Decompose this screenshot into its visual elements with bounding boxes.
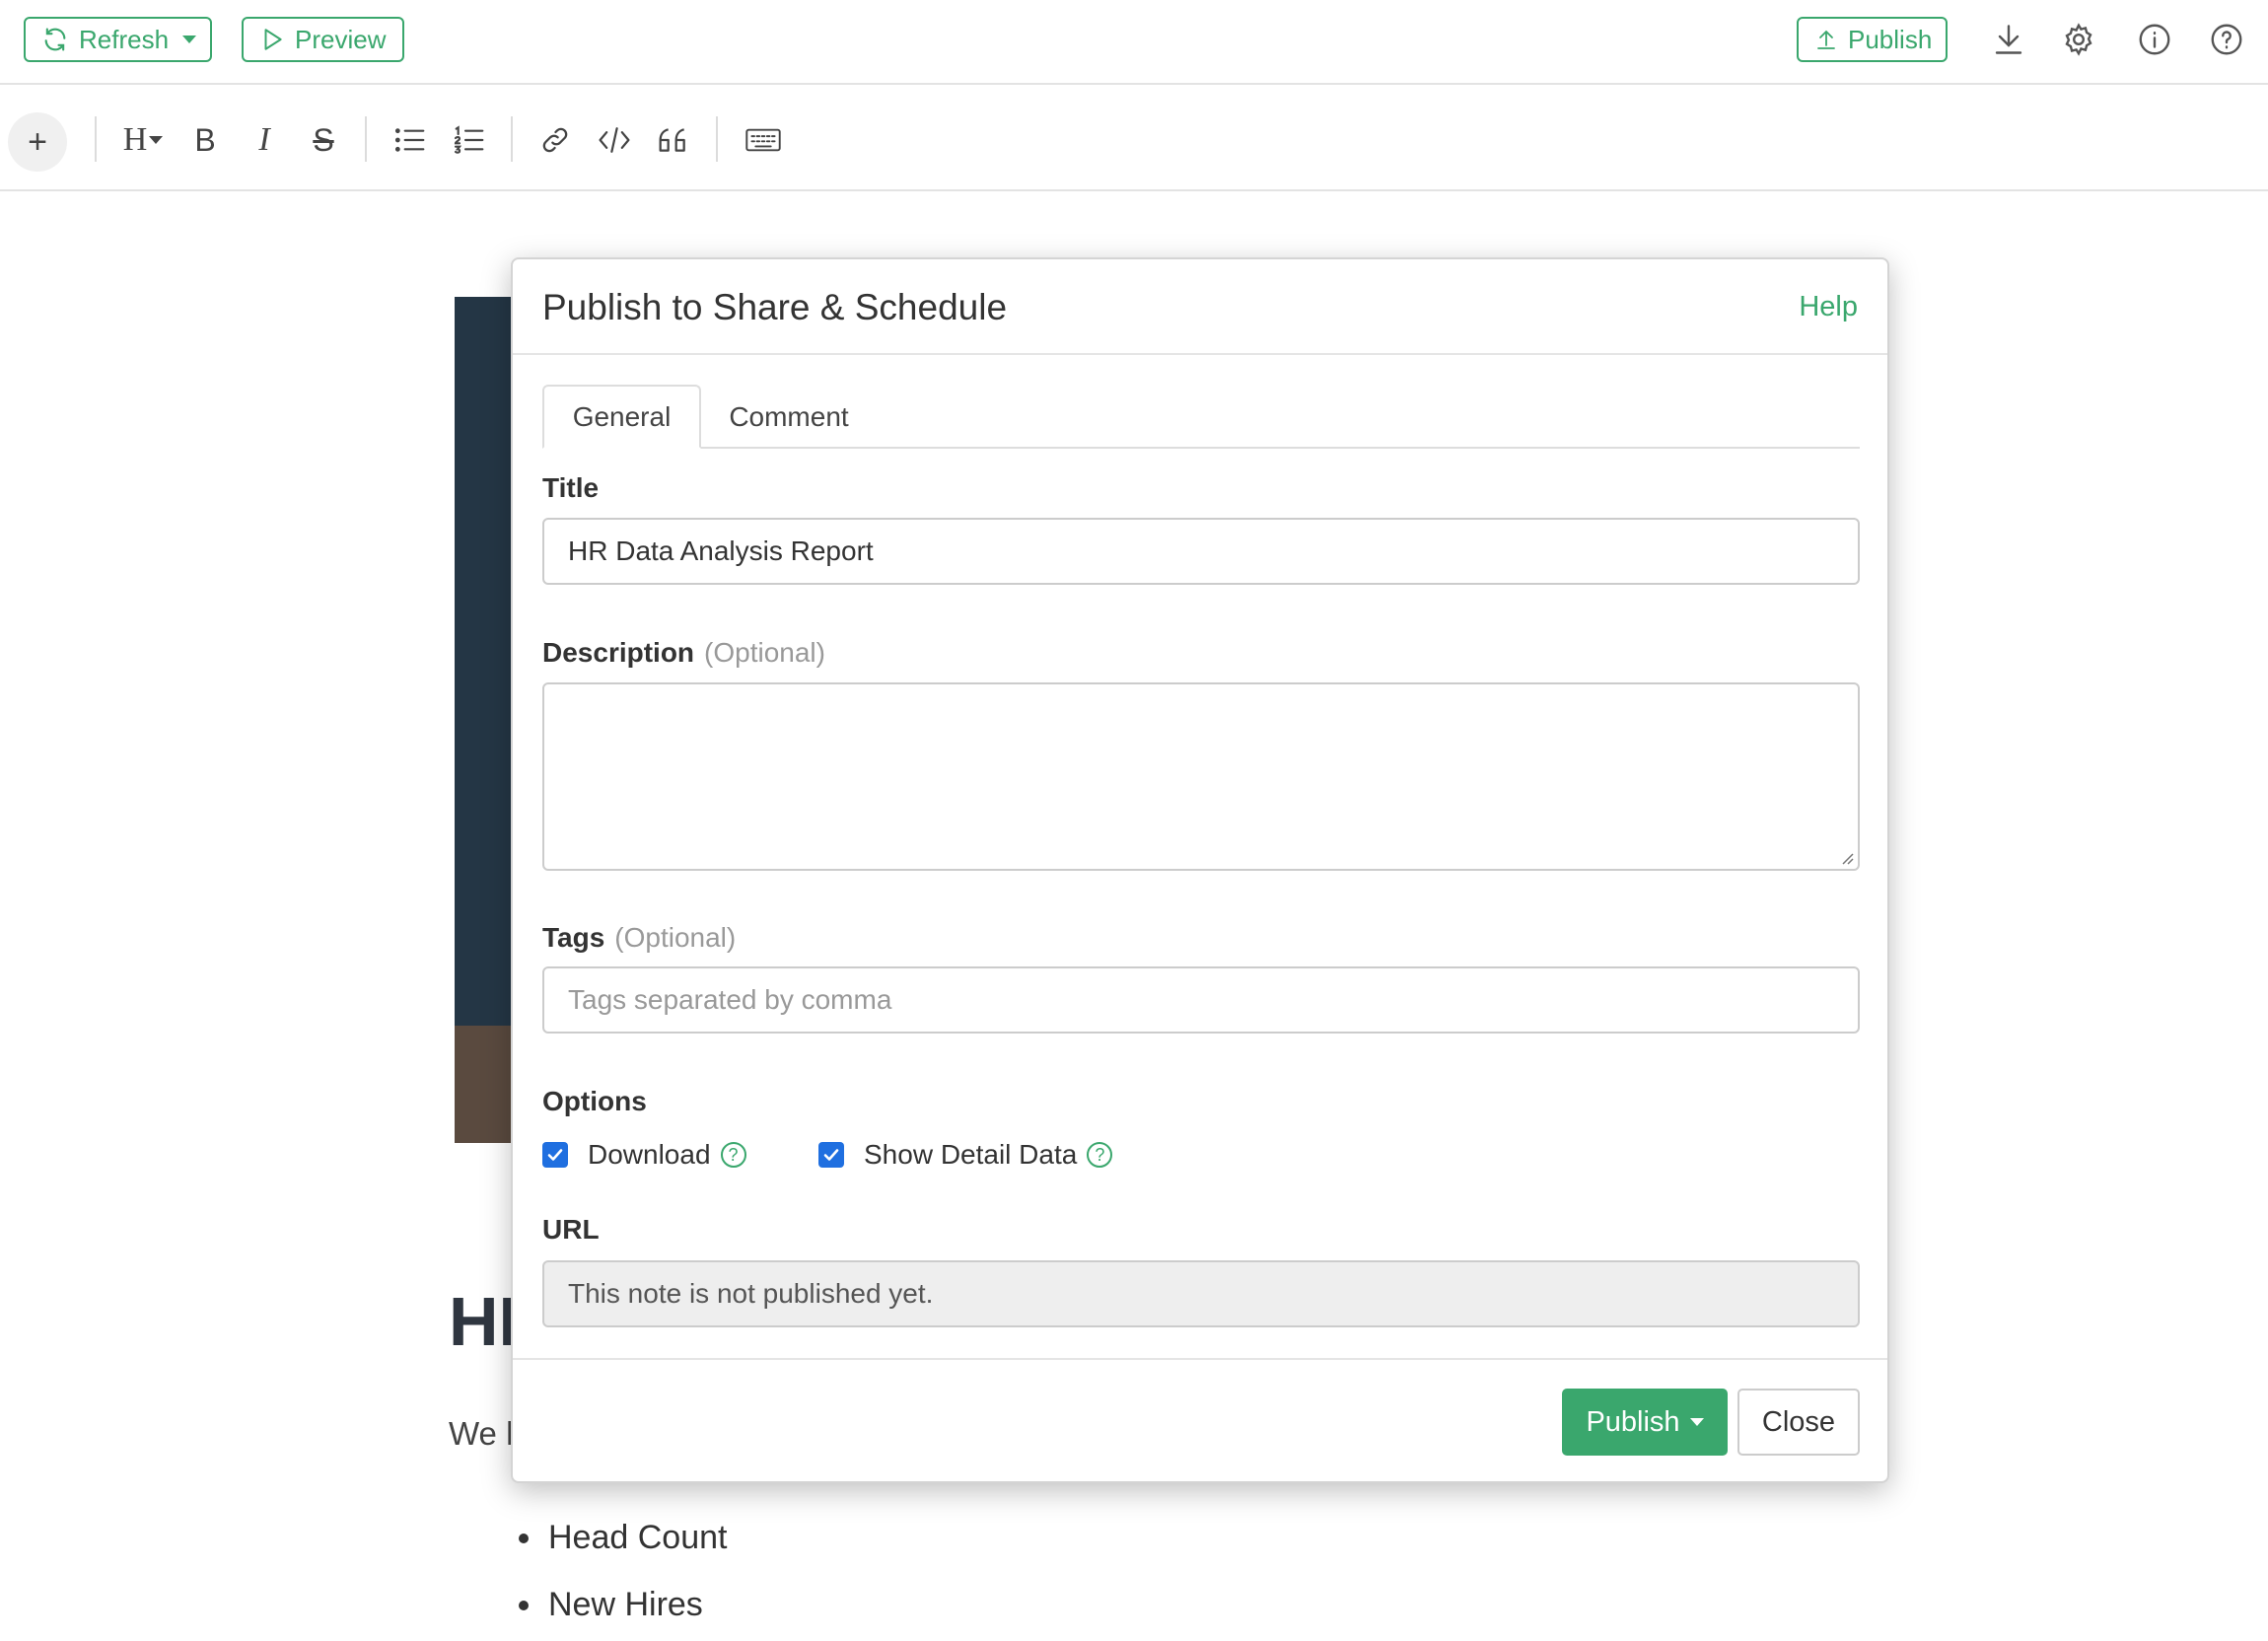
title-input[interactable]: HR Data Analysis Report <box>542 518 1860 585</box>
url-label: URL <box>542 1214 600 1245</box>
document-heading: HI <box>449 1283 518 1360</box>
divider <box>716 116 718 162</box>
dialog-title: Publish to Share & Schedule <box>542 287 1008 327</box>
add-block-button[interactable]: + <box>8 112 67 172</box>
url-field: This note is not published yet. <box>542 1260 1860 1327</box>
download-icon[interactable] <box>1991 22 2026 57</box>
upload-icon <box>1814 27 1838 52</box>
numbered-list-icon[interactable] <box>450 120 489 160</box>
publish-top-label: Publish <box>1848 24 1933 54</box>
cover-image-bottom <box>455 1026 514 1143</box>
bold-button[interactable]: B <box>185 120 225 160</box>
publish-button[interactable]: Publish <box>1562 1389 1728 1456</box>
chevron-down-icon <box>182 36 197 43</box>
tab-general[interactable]: General <box>542 385 701 449</box>
help-icon[interactable] <box>2209 22 2244 57</box>
detail-data-option[interactable]: Show Detail Data ? <box>818 1139 1113 1171</box>
download-option-label: Download <box>588 1139 711 1170</box>
chevron-down-icon <box>149 136 164 144</box>
description-textarea[interactable] <box>542 682 1860 871</box>
editor-toolbar: + H B I S <box>0 87 2268 191</box>
keyboard-icon[interactable] <box>742 120 785 160</box>
list-item: Head Count <box>519 1519 727 1557</box>
divider <box>513 353 1887 355</box>
divider <box>513 1358 1887 1360</box>
top-bar: Refresh Preview Publish <box>0 0 2268 85</box>
heading-button[interactable]: H <box>118 120 168 160</box>
quote-icon[interactable] <box>654 120 693 160</box>
download-checkbox[interactable] <box>542 1142 568 1168</box>
tags-placeholder: Tags separated by comma <box>568 984 892 1015</box>
bullet-dot <box>519 1533 529 1543</box>
resize-handle-icon[interactable] <box>1838 849 1854 865</box>
strikethrough-button[interactable]: S <box>304 120 343 160</box>
refresh-label: Refresh <box>79 24 170 54</box>
divider <box>511 116 513 162</box>
description-label: Description (Optional) <box>542 637 825 669</box>
chevron-down-icon <box>1689 1418 1704 1426</box>
publish-dialog: Publish to Share & Schedule Help General… <box>511 257 1889 1483</box>
play-icon <box>259 27 285 52</box>
tags-input[interactable]: Tags separated by comma <box>542 966 1860 1034</box>
url-value: This note is not published yet. <box>568 1278 934 1309</box>
info-icon[interactable] <box>2137 22 2172 57</box>
link-icon[interactable] <box>535 120 575 160</box>
question-icon[interactable]: ? <box>720 1142 746 1168</box>
title-label: Title <box>542 472 600 503</box>
tags-label-text: Tags <box>542 922 605 953</box>
list-item: New Hires <box>519 1586 703 1624</box>
publish-top-button[interactable]: Publish <box>1797 17 1948 62</box>
tab-comment[interactable]: Comment <box>715 385 863 449</box>
optional-hint: (Optional) <box>704 637 825 668</box>
publish-button-label: Publish <box>1586 1405 1680 1438</box>
detail-data-checkbox[interactable] <box>818 1142 844 1168</box>
divider <box>95 116 97 162</box>
divider <box>365 116 367 162</box>
close-button[interactable]: Close <box>1737 1389 1860 1456</box>
preview-button[interactable]: Preview <box>242 17 404 62</box>
optional-hint: (Optional) <box>614 922 737 953</box>
question-icon[interactable]: ? <box>1087 1142 1113 1168</box>
code-icon[interactable] <box>595 120 634 160</box>
tags-label: Tags (Optional) <box>542 922 736 954</box>
list-item-label: Head Count <box>548 1519 728 1556</box>
italic-button[interactable]: I <box>245 120 284 160</box>
gear-icon[interactable] <box>2061 22 2096 57</box>
bullet-list-icon[interactable] <box>390 120 430 160</box>
refresh-icon <box>41 26 69 53</box>
heading-label: H <box>122 121 148 158</box>
options-label: Options <box>542 1086 647 1116</box>
preview-label: Preview <box>295 24 387 54</box>
check-icon <box>547 1149 563 1161</box>
download-option[interactable]: Download ? <box>542 1139 746 1171</box>
refresh-button[interactable]: Refresh <box>24 17 212 62</box>
bullet-dot <box>519 1600 529 1610</box>
list-item-label: New Hires <box>548 1586 703 1623</box>
check-icon <box>823 1149 839 1161</box>
title-input-value: HR Data Analysis Report <box>568 535 874 566</box>
description-label-text: Description <box>542 637 695 668</box>
help-link[interactable]: Help <box>1799 291 1858 323</box>
detail-data-option-label: Show Detail Data <box>864 1139 1078 1170</box>
cover-image <box>455 297 514 1143</box>
